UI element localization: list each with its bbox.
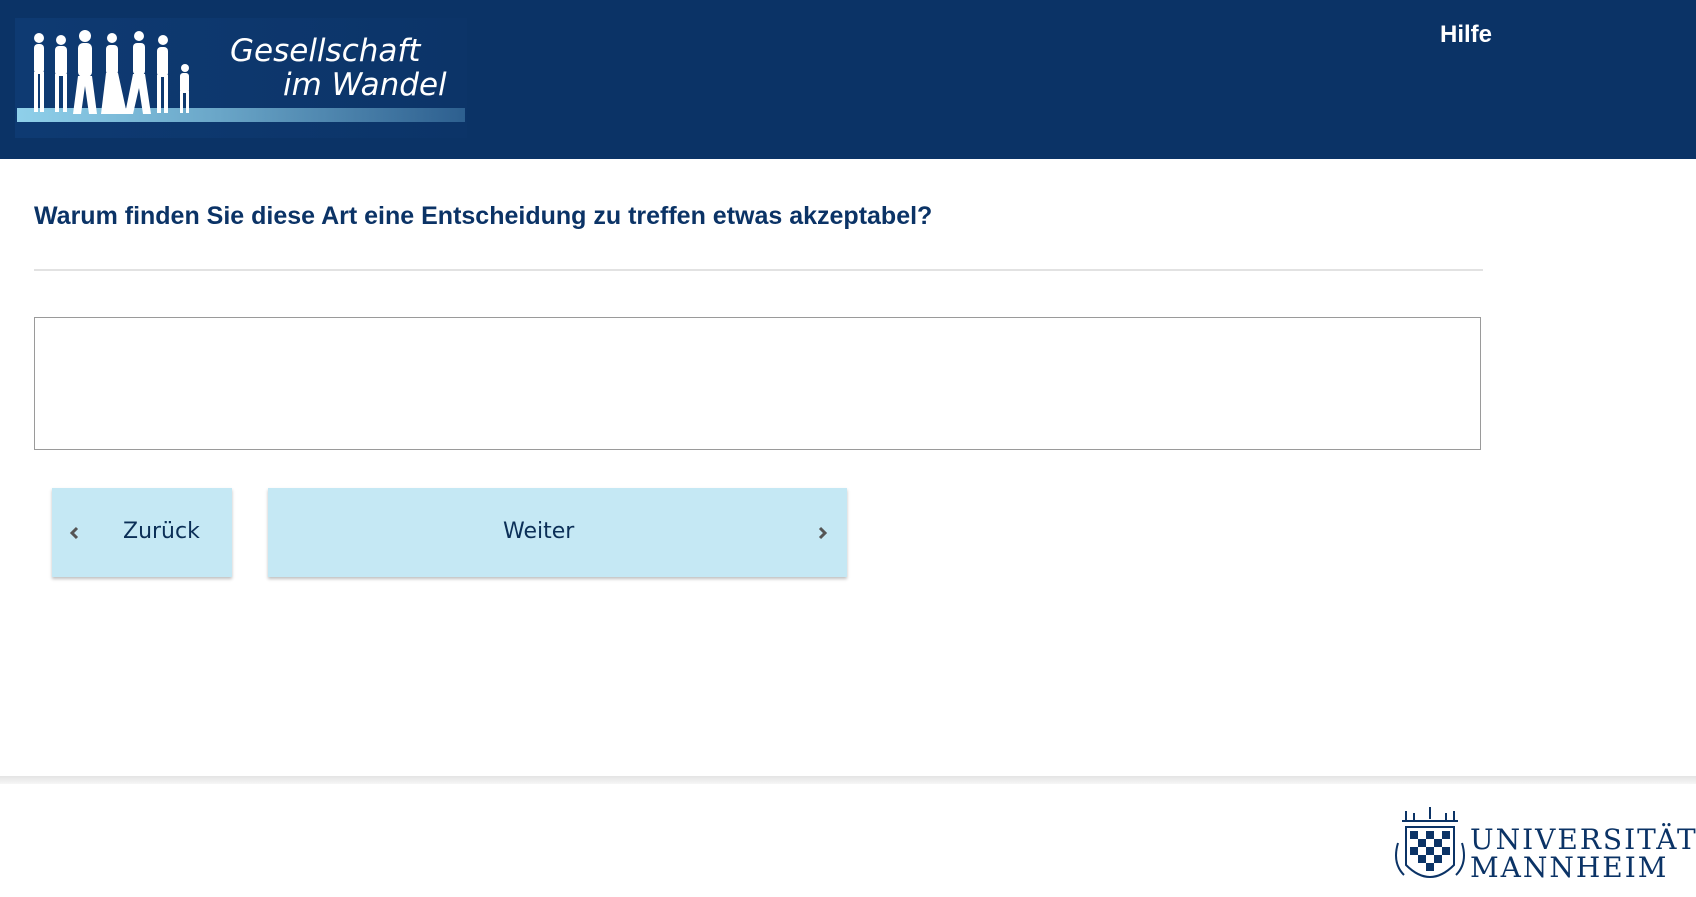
question-text: Warum finden Sie diese Art eine Entschei… <box>34 202 933 230</box>
chevron-left-icon <box>69 526 79 540</box>
next-button-label: Weiter <box>503 519 575 544</box>
site-header: Gesellschaft im Wandel Hilfe <box>0 0 1696 159</box>
next-button[interactable]: Weiter <box>268 488 847 577</box>
university-seal-icon <box>1395 807 1465 878</box>
logo-text-line1: Gesellschaft <box>230 33 421 69</box>
logo-text-line2: im Wandel <box>283 67 447 103</box>
help-link[interactable]: Hilfe <box>1440 19 1492 51</box>
back-button[interactable]: Zurück <box>52 488 232 577</box>
university-name-line2: MANNHEIM <box>1470 851 1669 884</box>
chevron-right-icon <box>818 526 828 540</box>
answer-textarea[interactable] <box>34 317 1481 450</box>
gesellschaft-im-wandel-logo[interactable]: Gesellschaft im Wandel <box>15 18 467 138</box>
footer-separator <box>0 776 1696 784</box>
people-silhouette-icon <box>34 30 189 114</box>
back-button-label: Zurück <box>123 519 200 544</box>
question-divider <box>34 269 1483 271</box>
